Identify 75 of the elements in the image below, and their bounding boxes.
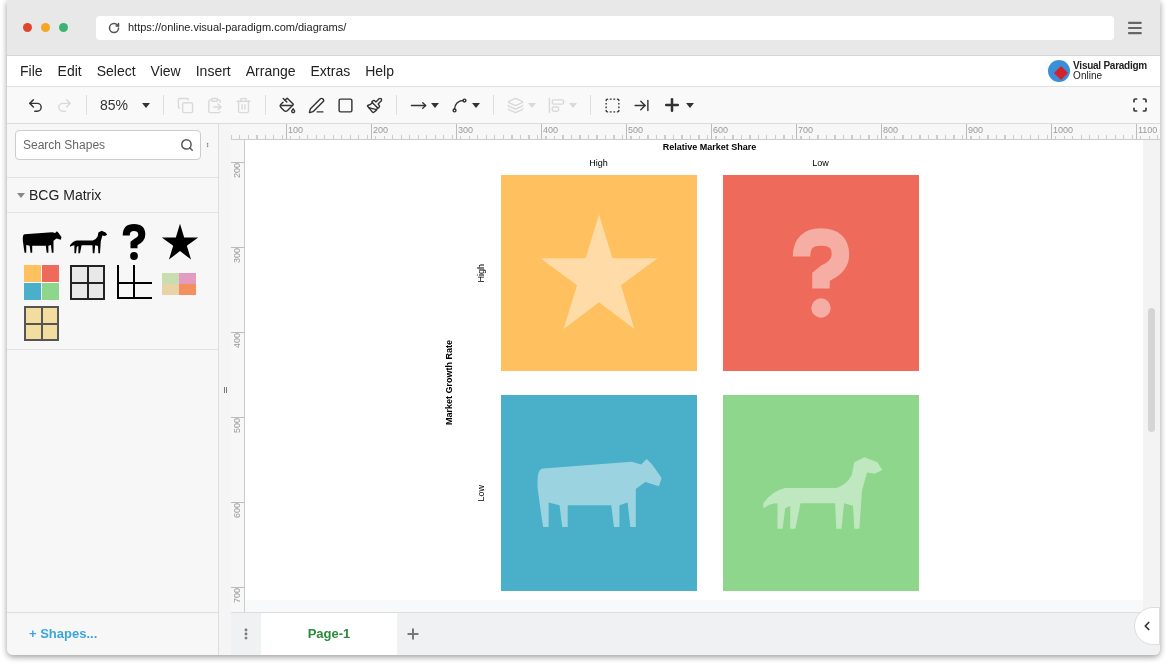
globe-logo-icon [1047,59,1072,83]
caret-icon [686,102,695,108]
ruler-label: 900 [967,124,984,136]
cow-shape-icon [22,230,62,254]
ruler-label: 600 [712,124,729,136]
tan-matrix-icon[interactable] [24,306,59,341]
paste-icon [206,96,224,114]
add-page-icon[interactable] [405,626,421,642]
row-label: High [475,263,488,283]
logo-subtitle: Online [1073,71,1103,81]
ruler-label: 1100 [1137,124,1158,136]
square-icon [337,96,355,114]
ruler-label: 400 [542,124,559,136]
page-tab[interactable]: Page-1 [261,613,397,655]
zoom-dropdown[interactable]: 85% [94,91,157,119]
layers-icon [507,96,525,114]
ruler-label: 400 [231,333,243,349]
question-mark-shape-icon [120,223,148,261]
ruler-label: 200 [231,163,243,179]
splitter-handle[interactable] [223,386,227,393]
ruler-label: 300 [231,248,243,264]
ruler-label: 100 [287,124,304,136]
logo-name: Visual Paradigm [1073,61,1147,71]
search-icon[interactable] [180,138,194,152]
search-field[interactable]: Search Shapes [15,130,201,160]
caret-icon [142,102,151,108]
dog-shape-icon [68,228,108,256]
address-bar[interactable]: https://online.visual-paradigm.com/diagrams/ [96,15,1115,40]
menu-item[interactable]: Help [365,60,394,82]
caret-icon [17,192,25,198]
menu-item[interactable]: Edit [57,60,82,82]
colored-matrix-icon[interactable] [24,265,59,300]
ruler-label: 600 [231,503,243,519]
undo-icon [27,96,44,114]
row-label: Low [475,484,488,502]
fullscreen-icon[interactable] [1132,97,1148,113]
menu-item[interactable]: View [150,60,181,82]
ruler-label: 700 [231,588,243,604]
ruler-label: 1000 [1052,124,1074,136]
section-header[interactable]: BCG Matrix [7,178,218,213]
reload-icon [108,21,120,34]
axis-title: Relative Market Share [662,141,757,153]
menu-item[interactable]: Insert [195,60,231,82]
collapse-button[interactable] [1134,607,1160,645]
copy-icon [177,96,195,114]
menu-item[interactable]: Extras [310,60,351,82]
paintbrush-icon [366,96,384,114]
paint-bucket-icon [279,96,297,114]
waypoint-icon [451,96,469,114]
ruler-label: 200 [372,124,389,136]
grid-matrix-icon[interactable] [70,265,105,300]
vertical-scrollbar[interactable] [1148,308,1155,432]
pen-line-icon [308,96,326,114]
caret-icon [569,102,578,108]
axis-title: Market Growth Rate [443,340,455,426]
trash-icon [235,96,253,114]
menu-item[interactable]: File [20,60,43,82]
ruler-label: 700 [797,124,814,136]
caret-icon [528,102,537,108]
column-label: High [589,157,608,169]
ruler-label: 500 [627,124,644,136]
fit-icon [604,96,622,114]
ruler-label: 500 [231,418,243,434]
ruler-label: 300 [457,124,474,136]
ruler-label: 800 [882,124,899,136]
caret-icon [472,102,481,108]
align-icon [548,96,566,114]
menu-item[interactable]: Select [96,60,136,82]
axes-matrix-icon[interactable] [116,265,152,300]
caret-icon [431,102,440,108]
star-shape-icon [161,223,199,261]
column-label: Low [812,157,829,169]
redo-icon [56,96,73,114]
url-text: https://online.visual-paradigm.com/diagrams/ [128,20,347,36]
menu-item[interactable]: Arrange [245,60,296,82]
